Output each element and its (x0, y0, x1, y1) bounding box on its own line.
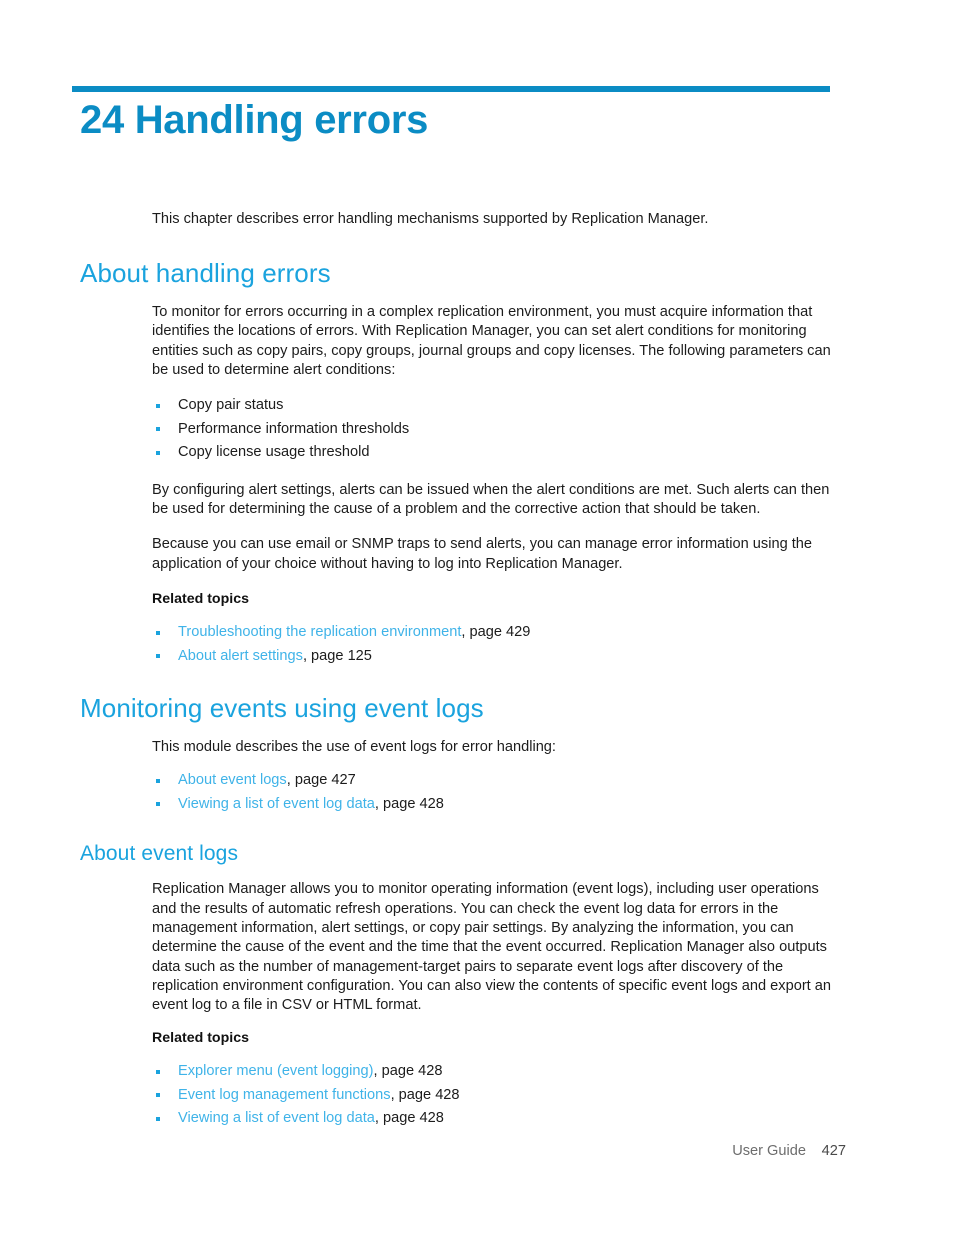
module-links-list: About event logs, page 427 Viewing a lis… (152, 769, 840, 816)
list-item: About event logs, page 427 (152, 769, 840, 793)
document-page: 24 Handling errors This chapter describe… (0, 0, 954, 1235)
related-topic-pageref: , page 125 (302, 647, 372, 664)
footer-page-number: 427 (821, 1143, 846, 1159)
section-1-body: To monitor for errors occurring in a com… (152, 303, 840, 668)
chapter-intro-block: This chapter describes error handling me… (152, 210, 840, 229)
list-item: Viewing a list of event log data, page 4… (152, 1107, 840, 1131)
list-item: Performance information thresholds (152, 418, 840, 442)
related-topic-link[interactable]: Troubleshooting the replication environm… (178, 624, 461, 640)
list-item: Event log management functions, page 428 (152, 1084, 840, 1108)
list-item: Explorer menu (event logging), page 428 (152, 1060, 840, 1084)
section-1-paragraph-3: Because you can use email or SNMP traps … (152, 536, 813, 572)
list-item: Troubleshooting the replication environm… (152, 621, 840, 645)
related-topic-pageref: , page 429 (461, 624, 531, 641)
section-heading-monitoring-events: Monitoring events using event logs (80, 693, 484, 724)
module-link-pageref: , page 428 (374, 795, 444, 812)
bullet-icon (156, 1116, 160, 1121)
list-item: Copy license usage threshold (152, 441, 840, 465)
related-topics-label: Related topics (152, 1030, 249, 1047)
list-item: Copy pair status (152, 394, 840, 418)
list-item: Viewing a list of event log data, page 4… (152, 793, 840, 817)
section-2-intro-text: This module describes the use of event l… (152, 738, 556, 755)
alert-parameters-list: Copy pair status Performance information… (152, 394, 840, 465)
chapter-rule (72, 86, 830, 92)
section-1-paragraph-2: By configuring alert settings, alerts ca… (152, 481, 830, 518)
related-topic-pageref: , page 428 (390, 1086, 460, 1103)
bullet-icon (156, 1069, 160, 1074)
related-topic-link[interactable]: Event log management functions (178, 1087, 391, 1103)
page-title: 24 Handling errors (80, 98, 429, 142)
related-topics-list-1: Troubleshooting the replication environm… (152, 621, 840, 668)
bullet-icon (156, 630, 160, 635)
bullet-icon (156, 802, 160, 807)
bullet-icon (156, 1093, 160, 1098)
related-topic-link[interactable]: Explorer menu (event logging) (178, 1063, 374, 1079)
related-topic-link[interactable]: Viewing a list of event log data (178, 1110, 375, 1126)
page-footer: User Guide 427 (0, 1143, 954, 1165)
subsection-heading-about-event-logs: About event logs (80, 842, 239, 866)
related-topic-pageref: , page 428 (374, 1110, 444, 1127)
section-1-paragraph-1: To monitor for errors occurring in a com… (152, 304, 831, 379)
chapter-intro-text: This chapter describes error handling me… (152, 211, 709, 227)
section-2-body: This module describes the use of event l… (152, 738, 840, 816)
list-item: About alert settings, page 125 (152, 645, 840, 669)
module-link[interactable]: About event logs (178, 772, 287, 788)
related-topic-link[interactable]: About alert settings (178, 648, 303, 664)
bullet-icon (156, 654, 160, 659)
module-link[interactable]: Viewing a list of event log data (178, 796, 375, 812)
related-topics-list-2: Explorer menu (event logging), page 428 … (152, 1060, 840, 1131)
subsection-paragraph: Replication Manager allows you to monito… (152, 881, 832, 1014)
bullet-icon (156, 427, 160, 432)
section-heading-about-handling-errors: About handling errors (80, 258, 331, 289)
bullet-icon (156, 778, 160, 783)
bullet-icon (156, 450, 160, 455)
list-item-label: Copy license usage threshold (178, 444, 370, 461)
footer-guide-label: User Guide (732, 1143, 806, 1159)
related-topic-pageref: , page 428 (373, 1063, 443, 1080)
page-content: This chapter describes error handling me… (80, 210, 840, 1131)
list-item-label: Performance information thresholds (178, 420, 410, 437)
related-topics-label: Related topics (152, 591, 249, 608)
subsection-body: Replication Manager allows you to monito… (152, 880, 840, 1131)
module-link-pageref: , page 427 (286, 772, 356, 789)
list-item-label: Copy pair status (178, 397, 284, 414)
bullet-icon (156, 403, 160, 408)
